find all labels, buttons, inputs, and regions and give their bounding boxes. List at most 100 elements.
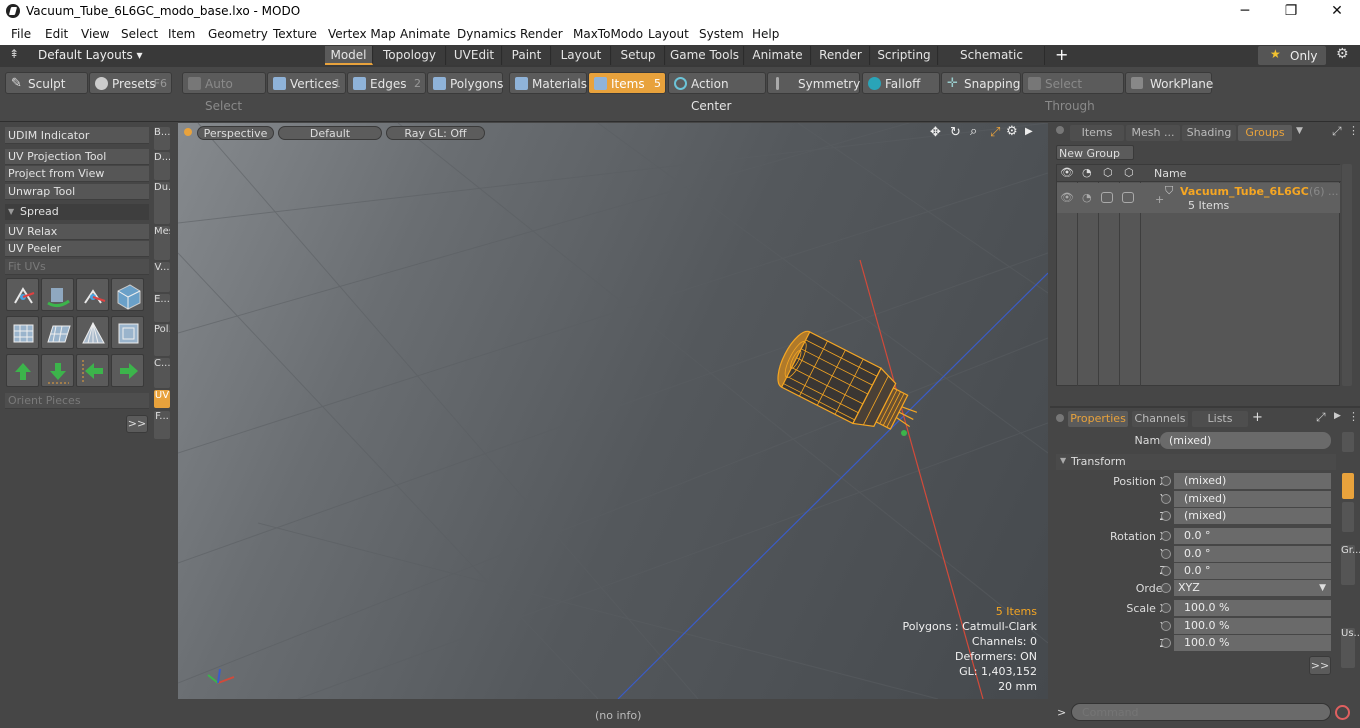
sculpt-button[interactable]: ✎ Sculpt <box>5 72 88 94</box>
menu-system[interactable]: System <box>699 27 744 41</box>
properties-more-icon[interactable]: ⋮ <box>1348 410 1359 423</box>
menu-view[interactable]: View <box>81 27 109 41</box>
scale-x-key-icon[interactable] <box>1161 603 1171 613</box>
lock-icon[interactable]: ⬡ <box>1103 166 1113 179</box>
menu-dynamics[interactable]: Dynamics <box>457 27 516 41</box>
side-tab-deform[interactable]: D... <box>154 152 170 180</box>
edges-button[interactable]: Edges 2 <box>347 72 426 94</box>
rotation-x-field[interactable]: 0.0 ° <box>1174 528 1331 544</box>
command-input[interactable] <box>1071 703 1331 721</box>
uv-rotate-icon[interactable] <box>41 278 74 311</box>
3d-viewport[interactable]: Perspective Default Ray GL: Off ✥ ↻ ⌕ ⤢ … <box>178 123 1048 699</box>
side-tab-uv[interactable]: UV <box>154 390 170 408</box>
scale-x-field[interactable]: 100.0 % <box>1174 600 1331 616</box>
position-y-key-icon[interactable] <box>1161 494 1171 504</box>
side-scroll-2[interactable] <box>1342 502 1354 532</box>
tab-animate[interactable]: Animate <box>745 46 811 65</box>
action-center-button[interactable]: Action Center <box>668 72 766 113</box>
tab-shading[interactable]: Shading <box>1182 125 1236 141</box>
menu-layout[interactable]: Layout <box>648 27 689 41</box>
zoom-icon[interactable]: ⌕ <box>970 124 977 139</box>
uv-move-icon[interactable] <box>76 278 109 311</box>
default-layouts-dropdown[interactable]: Default Layouts ▾ <box>38 48 143 62</box>
presets-button[interactable]: Presets F6 <box>89 72 172 94</box>
align-up-icon[interactable] <box>6 354 39 387</box>
uv-transform-icon[interactable] <box>6 278 39 311</box>
rotation-z-field[interactable]: 0.0 ° <box>1174 563 1331 579</box>
select-through-button[interactable]: Select Through <box>1022 72 1124 113</box>
maximize-button[interactable]: ❐ <box>1268 0 1314 23</box>
panel-options-icon[interactable] <box>1056 126 1064 134</box>
align-left-icon[interactable] <box>76 354 109 387</box>
row-select-checkbox[interactable] <box>1122 192 1134 203</box>
tab-layout[interactable]: Layout <box>552 46 611 65</box>
rotation-z-key-icon[interactable] <box>1161 566 1171 576</box>
tab-mesh[interactable]: Mesh ... <box>1126 125 1180 141</box>
properties-more-button[interactable]: >> <box>1309 656 1331 675</box>
viewport-gear-icon[interactable]: ⚙ <box>1006 124 1018 139</box>
uv-relax-button[interactable]: UV Relax <box>5 224 149 240</box>
side-tab-fusion[interactable]: F... <box>154 411 170 439</box>
align-down-icon[interactable] <box>41 354 74 387</box>
groups-scrollbar[interactable] <box>1342 164 1352 386</box>
render-icon[interactable]: ◔ <box>1082 166 1092 179</box>
transform-section[interactable]: ▼ Transform <box>1056 454 1336 470</box>
symmetry-button[interactable]: Symmetry <box>767 72 860 94</box>
position-y-field[interactable]: (mixed) <box>1174 491 1331 507</box>
position-z-field[interactable]: (mixed) <box>1174 508 1331 524</box>
menu-geometry[interactable]: Geometry <box>208 27 268 41</box>
properties-arrow-icon[interactable]: ▶ <box>1334 411 1341 421</box>
tab-channels[interactable]: Channels <box>1132 411 1188 427</box>
spread-section[interactable]: ▼ Spread <box>5 204 149 220</box>
expand-icon[interactable]: + <box>1155 193 1164 206</box>
snapping-button[interactable]: ✛ Snapping <box>941 72 1021 94</box>
uv-planar-icon[interactable] <box>41 316 74 349</box>
add-properties-tab-button[interactable]: + <box>1252 410 1263 425</box>
unwrap-tool-button[interactable]: Unwrap Tool <box>5 184 149 200</box>
side-tab-vertex[interactable]: V... <box>154 262 170 292</box>
tab-schematic-fusion[interactable]: Schematic Fusion <box>939 46 1045 81</box>
tab-render[interactable]: Render <box>812 46 870 65</box>
add-layout-button[interactable]: + <box>1055 45 1068 64</box>
position-z-key-icon[interactable] <box>1161 511 1171 521</box>
align-right-icon[interactable] <box>111 354 144 387</box>
orient-pieces-button[interactable]: Orient Pieces <box>5 393 149 409</box>
fit-uvs-button[interactable]: Fit UVs <box>5 259 149 275</box>
more-tools-button[interactable]: >> <box>126 415 148 433</box>
side-tab-curve[interactable]: C... <box>154 358 170 388</box>
menu-render[interactable]: Render <box>520 27 563 41</box>
tab-game-tools[interactable]: Game Tools <box>666 46 744 65</box>
visibility-icon[interactable]: 👁 <box>1060 166 1074 179</box>
position-x-field[interactable]: (mixed) <box>1174 473 1331 489</box>
side-tab-duplicate[interactable]: Du... <box>154 182 170 224</box>
order-key-icon[interactable] <box>1161 583 1171 593</box>
rotation-y-key-icon[interactable] <box>1161 549 1171 559</box>
auto-select-button[interactable]: Auto Select <box>182 72 266 113</box>
rotate-view-icon[interactable]: ↻ <box>950 125 961 140</box>
tab-scripting[interactable]: Scripting <box>871 46 938 65</box>
side-scroll-active[interactable] <box>1342 473 1354 499</box>
falloff-button[interactable]: Falloff <box>862 72 940 94</box>
pan-icon[interactable]: ✥ <box>930 125 941 140</box>
close-button[interactable]: ✕ <box>1314 0 1360 23</box>
perspective-dropdown[interactable]: Perspective <box>197 126 274 140</box>
menu-item[interactable]: Item <box>168 27 195 41</box>
polygons-button[interactable]: Polygons <box>427 72 503 94</box>
tab-setup[interactable]: Setup <box>612 46 665 65</box>
name-field[interactable]: (mixed) <box>1160 432 1331 449</box>
uv-cube-icon[interactable] <box>111 316 144 349</box>
menu-help[interactable]: Help <box>752 27 779 41</box>
scale-z-field[interactable]: 100.0 % <box>1174 635 1331 651</box>
uv-cylinder-icon[interactable] <box>6 316 39 349</box>
tab-uvedit[interactable]: UVEdit <box>447 46 502 65</box>
menu-edit[interactable]: Edit <box>45 27 68 41</box>
row-lock-checkbox[interactable] <box>1101 192 1113 203</box>
side-tab-user[interactable]: Us... <box>1341 628 1360 668</box>
tab-paint[interactable]: Paint <box>503 46 551 65</box>
materials-button[interactable]: Materials <box>509 72 587 94</box>
rotation-y-field[interactable]: 0.0 ° <box>1174 546 1331 562</box>
rotation-x-key-icon[interactable] <box>1161 531 1171 541</box>
row-visibility-icon[interactable]: 👁 <box>1060 191 1074 204</box>
record-icon[interactable] <box>1335 705 1350 720</box>
row-render-icon[interactable]: ◔ <box>1082 191 1092 204</box>
